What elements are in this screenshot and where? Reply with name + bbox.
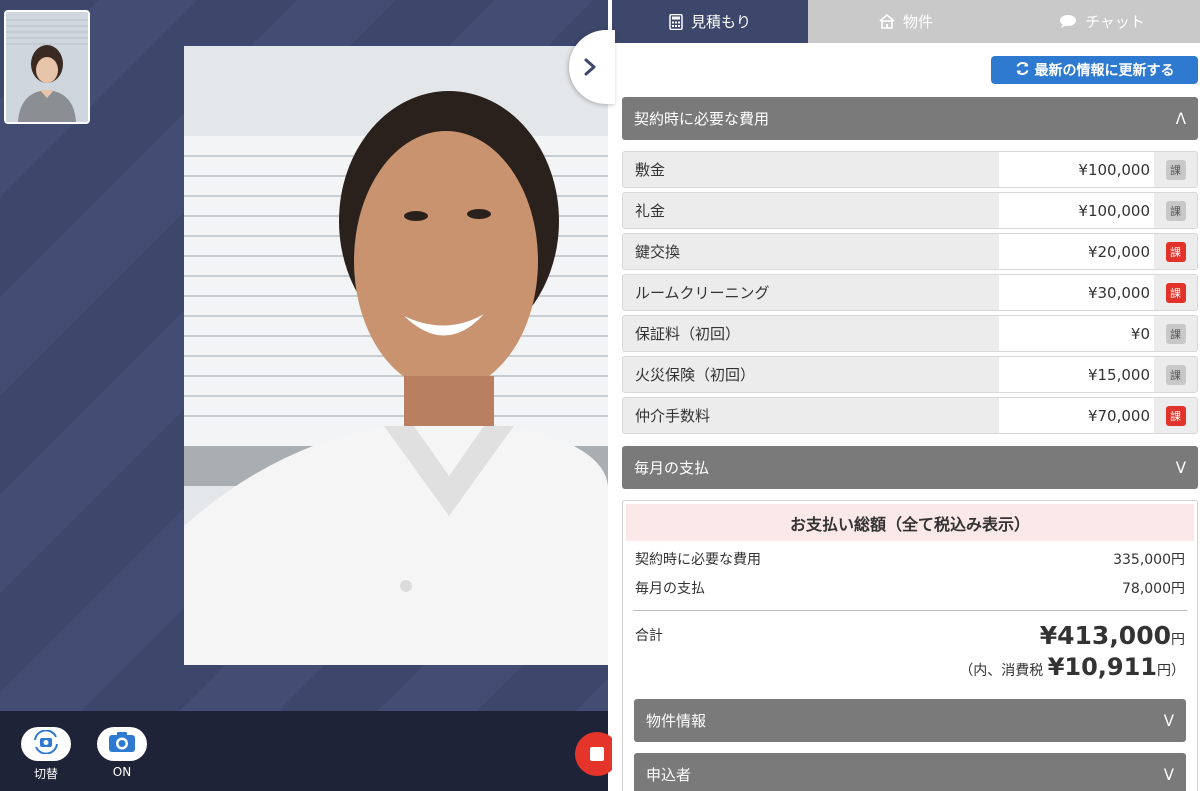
contract-fees-header[interactable]: 契約時に必要な費用 ᐱ [622, 97, 1198, 140]
contract-fees-title: 契約時に必要な費用 [634, 110, 770, 128]
camera-toggle-control[interactable]: ON [96, 727, 148, 779]
fee-name: 火災保険（初回） [635, 366, 756, 384]
monthly-payment-title: 毎月の支払 [634, 459, 710, 477]
tax-badge[interactable]: 課 [1165, 241, 1186, 262]
fee-row: 仲介手数料 ¥70,000 課 [622, 397, 1198, 434]
fee-amount-input[interactable]: ¥30,000 [999, 275, 1154, 310]
summary-line-label: 毎月の支払 [635, 580, 705, 597]
fee-name: 礼金 [635, 202, 666, 220]
fee-row: 礼金 ¥100,000 課 [622, 192, 1198, 229]
home-icon [879, 14, 895, 29]
tax-prefix: （内、消費税 [959, 663, 1044, 679]
self-view-person-illustration [6, 12, 88, 122]
refresh-button[interactable]: 最新の情報に更新する [991, 56, 1198, 84]
summary-line-value: 335,000円 [1113, 551, 1185, 568]
fee-amount-input[interactable]: ¥100,000 [999, 193, 1154, 228]
summary-line-label: 契約時に必要な費用 [635, 551, 761, 568]
contract-fee-list: 敷金 ¥100,000 課 礼金 ¥100,000 課 鍵交換 ¥20,000 … [622, 151, 1198, 438]
panel-tabs: 見積もり 物件 チャット [612, 0, 1200, 43]
consumption-tax-row: （内、消費税 ¥10,911円） [623, 653, 1197, 689]
remote-person-illustration [184, 46, 608, 665]
fee-row: 敷金 ¥100,000 課 [622, 151, 1198, 188]
remote-video [184, 46, 608, 665]
total-amount: ¥413,000 [1039, 621, 1171, 650]
camera-toggle-label: ON [112, 765, 132, 779]
payment-summary: お支払い総額（全て税込み表示） 契約時に必要な費用 335,000円 毎月の支払… [622, 500, 1198, 791]
chevron-down-icon: ᐯ [1163, 711, 1174, 730]
property-info-title: 物件情報 [646, 712, 707, 730]
camera-toggle-button[interactable] [97, 727, 147, 761]
total-row: 合計 ¥413,000円 [623, 611, 1197, 653]
refresh-button-label: 最新の情報に更新する [1034, 63, 1175, 79]
fee-row: 火災保険（初回） ¥15,000 課 [622, 356, 1198, 393]
fee-amount-input[interactable]: ¥0 [999, 316, 1154, 351]
tax-suffix: 円） [1157, 663, 1185, 679]
fee-name: 鍵交換 [635, 243, 681, 261]
fee-name: 仲介手数料 [635, 407, 711, 425]
tab-estimate-label: 見積もり [690, 13, 751, 31]
tab-property[interactable]: 物件 [808, 0, 1004, 43]
speech-bubble-icon [1059, 14, 1077, 29]
video-pane: 切替 ON [0, 0, 608, 791]
fee-name: 保証料（初回） [635, 325, 741, 343]
total-unit: 円 [1171, 632, 1185, 648]
tax-badge[interactable]: 課 [1165, 200, 1186, 221]
fee-row: 保証料（初回） ¥0 課 [622, 315, 1198, 352]
fee-row: 鍵交換 ¥20,000 課 [622, 233, 1198, 270]
tax-badge[interactable]: 課 [1165, 282, 1186, 303]
camera-switch-icon [31, 729, 61, 758]
switch-camera-label: 切替 [33, 767, 58, 781]
tax-badge[interactable]: 課 [1165, 159, 1186, 180]
tax-badge[interactable]: 課 [1165, 323, 1186, 344]
camera-icon [108, 731, 136, 757]
applicant-header[interactable]: 申込者 ᐯ [634, 753, 1186, 791]
calculator-icon [669, 13, 683, 30]
tax-badge[interactable]: 課 [1165, 364, 1186, 385]
summary-line-value: 78,000円 [1122, 580, 1185, 597]
fee-amount-input[interactable]: ¥15,000 [999, 357, 1154, 392]
tab-estimate[interactable]: 見積もり [612, 0, 808, 43]
tax-badge[interactable]: 課 [1165, 405, 1186, 426]
tab-chat-label: チャット [1085, 13, 1145, 31]
tab-chat[interactable]: チャット [1004, 0, 1200, 43]
chevron-up-icon: ᐱ [1175, 109, 1186, 128]
total-label: 合計 [635, 628, 663, 644]
fee-name: ルームクリーニング [635, 284, 770, 302]
refresh-icon [1015, 61, 1030, 80]
switch-camera-control[interactable]: 切替 [20, 727, 72, 782]
chevron-down-icon: ᐯ [1175, 458, 1186, 477]
switch-camera-button[interactable] [21, 727, 71, 761]
self-view-video[interactable] [4, 10, 90, 124]
fee-amount-input[interactable]: ¥20,000 [999, 234, 1154, 269]
monthly-payment-header[interactable]: 毎月の支払 ᐯ [622, 446, 1198, 489]
stop-icon [590, 747, 604, 761]
fee-amount-input[interactable]: ¥70,000 [999, 398, 1154, 433]
refresh-row: 最新の情報に更新する [612, 43, 1200, 97]
summary-line: 契約時に必要な費用 335,000円 [623, 544, 1197, 573]
video-control-bar: 切替 ON [0, 711, 608, 791]
tax-amount: ¥10,911 [1047, 653, 1157, 681]
fee-row: ルームクリーニング ¥30,000 課 [622, 274, 1198, 311]
fee-amount-input[interactable]: ¥100,000 [999, 152, 1154, 187]
property-info-header[interactable]: 物件情報 ᐯ [634, 699, 1186, 742]
chevron-right-icon [583, 57, 597, 77]
summary-title: お支払い総額（全て税込み表示） [626, 504, 1194, 541]
estimate-panel: 見積もり 物件 チャット 最新の情報に更新する 契約時に必要な費用 ᐱ 敷金 ¥… [612, 0, 1200, 791]
fee-name: 敷金 [635, 161, 666, 179]
chevron-down-icon: ᐯ [1163, 765, 1174, 784]
tab-property-label: 物件 [902, 13, 933, 31]
summary-line: 毎月の支払 78,000円 [623, 573, 1197, 602]
applicant-title: 申込者 [646, 766, 692, 784]
total-value: ¥413,000円 [1040, 621, 1185, 653]
